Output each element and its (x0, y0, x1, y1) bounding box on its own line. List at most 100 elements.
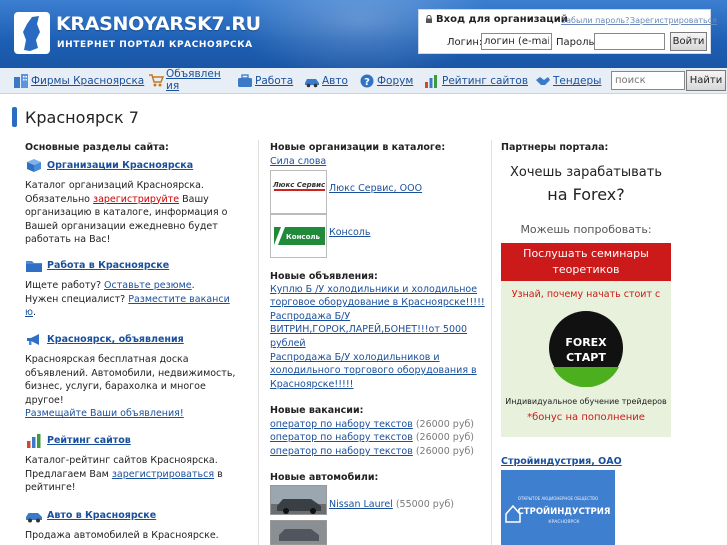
text-line: работать на Вас! (25, 234, 111, 245)
text-line: в (214, 468, 223, 480)
section-auto: Авто в Красноярске Продажа автомобилей в… (25, 508, 251, 543)
register-org-link[interactable]: зарегистрируйте (93, 194, 179, 205)
text-line: Вашей организации ежедневно будет (25, 220, 218, 232)
text-line: Обязательно (25, 193, 94, 205)
section-title-text: Красноярск, объявления (47, 334, 184, 345)
org-link[interactable]: Сила слова (270, 156, 326, 167)
org-link[interactable]: Консоль (329, 227, 370, 238)
nav-item-label: Фирмы Красноярска (31, 75, 145, 87)
megaphone-icon (27, 334, 39, 345)
section-rating-title[interactable]: Рейтинг сайтов (25, 433, 251, 448)
login-label: Логин: (447, 37, 483, 48)
car-item[interactable]: Nissan Laurel (55000 руб) (329, 499, 454, 510)
seminar-button[interactable]: Послушать семинары теоретиков (501, 243, 671, 281)
text-line: объявлений. Автомобили, недвижимость, (25, 367, 236, 379)
nav-item-forum[interactable]: ? Форум (359, 68, 413, 94)
register-site-link[interactable]: зарегистрироваться (112, 469, 214, 480)
vacancy-link[interactable]: оператор по набору текстов (270, 432, 413, 443)
forgot-password-link[interactable]: Забыли пароль? (561, 16, 629, 25)
search-input[interactable] (611, 71, 685, 90)
site-tagline: ИНТЕРНЕТ ПОРТАЛ КРАСНОЯРСКА (57, 40, 253, 50)
ad-link[interactable]: торговое оборудование в Красноярске!!!!! (270, 297, 485, 308)
lock-icon (426, 15, 432, 23)
post-ads-link[interactable]: Размещайте Ваши объявления! (25, 407, 251, 421)
ad-line: на Forex? (547, 185, 625, 204)
nav-item-jobs[interactable]: Работа (237, 68, 293, 94)
ad-line: Хочешь зарабатывать (509, 165, 662, 180)
section-orgs-title[interactable]: Организации Красноярска (25, 158, 251, 173)
nav-item-firms[interactable]: Фирмы Красноярска (13, 68, 144, 94)
car-icon (305, 79, 319, 88)
partner-logo[interactable]: ОТКРЫТОЕ АКЦИОНЕРНОЕ ОБЩЕСТВО СТРОЙИНДУС… (501, 470, 615, 545)
post-vacancy-link[interactable]: Разместите ваканси (128, 294, 230, 305)
org-link[interactable]: Люкс Сервис, ООО (329, 183, 422, 194)
vacancy-item[interactable]: оператор по набору текстов (26000 руб) (270, 419, 474, 430)
text-line: Предлагаем Вам (25, 468, 112, 480)
text-line: организацию в каталоге, информация о (25, 207, 228, 218)
password-label: Пароль: (556, 37, 598, 48)
svg-text:СТАРТ: СТАРТ (566, 351, 606, 364)
ad-link[interactable]: Красноярске!!!!! (270, 379, 353, 390)
briefcase-icon (238, 74, 252, 87)
new-orgs-title: Новые организации в каталоге: (270, 142, 446, 153)
leave-resume-link[interactable]: Оставьте резюме (104, 280, 192, 291)
password-input[interactable] (594, 33, 665, 50)
section-ads: Красноярск, объявления Красноярская бесп… (25, 332, 251, 421)
vacancy-link[interactable]: оператор по набору текстов (270, 446, 413, 457)
main-sections-column: Основные разделы сайта: Организации Крас… (25, 142, 251, 541)
car-photo[interactable] (270, 520, 327, 545)
ad-link[interactable]: Куплю Б /У холодильники и холодильное (270, 284, 477, 295)
new-cars-title: Новые автомобили: (270, 472, 379, 483)
vacancy-item[interactable]: оператор по набору текстов (26000 руб) (270, 446, 474, 457)
vacancy-link[interactable]: оператор по набору текстов (270, 419, 413, 430)
ad-line: Индивидуальное обучение трейдеров (505, 397, 667, 406)
car-photo-image (271, 521, 326, 544)
new-ads-title: Новые объявления: (270, 271, 378, 282)
org-logo[interactable]: Люкс Сервис (270, 170, 327, 214)
login-button[interactable]: Войти (670, 32, 707, 51)
ad-link[interactable]: рублей (270, 338, 306, 349)
ad-link[interactable]: Распродажа Б/У холодильников и (270, 352, 440, 363)
nav-item-ads[interactable]: Объявления (148, 68, 226, 94)
car-link[interactable]: Nissan Laurel (329, 499, 393, 510)
section-title-text: Рейтинг сайтов (47, 435, 131, 446)
section-rating: Рейтинг сайтов Каталог-рейтинг сайтов Кр… (25, 433, 251, 495)
nav-item-label: Форум (377, 75, 414, 87)
login-input[interactable] (481, 33, 552, 50)
vacancy-item[interactable]: оператор по набору текстов (26000 руб) (270, 432, 474, 443)
text-line: . (191, 280, 195, 291)
section-auto-title[interactable]: Авто в Красноярске (25, 508, 251, 523)
ad-link[interactable]: холодильного торгового оборудования в (270, 365, 477, 376)
text-line: рейтинге! (25, 482, 76, 493)
main-sections-title: Основные разделы сайта: (25, 142, 169, 153)
vacancy-salary: (26000 руб) (412, 432, 475, 443)
section-jobs-title[interactable]: Работа в Красноярске (25, 258, 251, 273)
svg-text:Люкс Сервис: Люкс Сервис (272, 181, 326, 189)
site-logo[interactable]: KRASNOYARSK7.RU ИНТЕРНЕТ ПОРТАЛ КРАСНОЯР… (14, 12, 261, 56)
folder-icon (26, 261, 42, 272)
section-ads-title[interactable]: Красноярск, объявления (25, 332, 251, 347)
nav-item-rating[interactable]: Рейтинг сайтов (424, 68, 528, 94)
cart-icon (149, 74, 164, 87)
ad-link[interactable]: ВИТРИН,ГОРОК,ЛАРЕЙ,БОНЕТ!!!от 5000 (270, 324, 467, 335)
page-title-block: Красноярск 7 (12, 106, 139, 128)
car-photo[interactable] (270, 485, 327, 515)
search-button[interactable]: Найти (686, 70, 726, 91)
login-title-text: Вход для организаций (436, 14, 568, 25)
text-line: Нужен специалист? (25, 293, 129, 305)
nav-item-tenders[interactable]: Тендеры (535, 68, 601, 94)
org-logo[interactable]: Консоль (270, 214, 327, 258)
ad-line: Узнай, почему начать стоит с (511, 289, 661, 300)
svg-text:FOREX: FOREX (565, 336, 607, 349)
partner-link[interactable]: Стройиндустрия, ОАО (501, 456, 622, 467)
forex-ad-banner[interactable]: Хочешь зарабатывать на Forex? Можешь поп… (501, 155, 671, 437)
ad-link[interactable]: Распродажа Б/У (270, 311, 350, 322)
nav-item-auto[interactable]: Авто (304, 68, 348, 94)
title-accent-bar (12, 107, 17, 127)
help-icon: ? (360, 74, 374, 88)
car-price: (55000 руб) (392, 499, 455, 510)
post-vacancy-link-cont[interactable]: ю (25, 307, 33, 318)
text-line: Красноярская бесплатная доска (25, 354, 189, 365)
forex-start-panel: Узнай, почему начать стоит с FOREX СТАРТ… (501, 281, 671, 437)
register-link[interactable]: Зарегистрироваться (630, 16, 717, 25)
